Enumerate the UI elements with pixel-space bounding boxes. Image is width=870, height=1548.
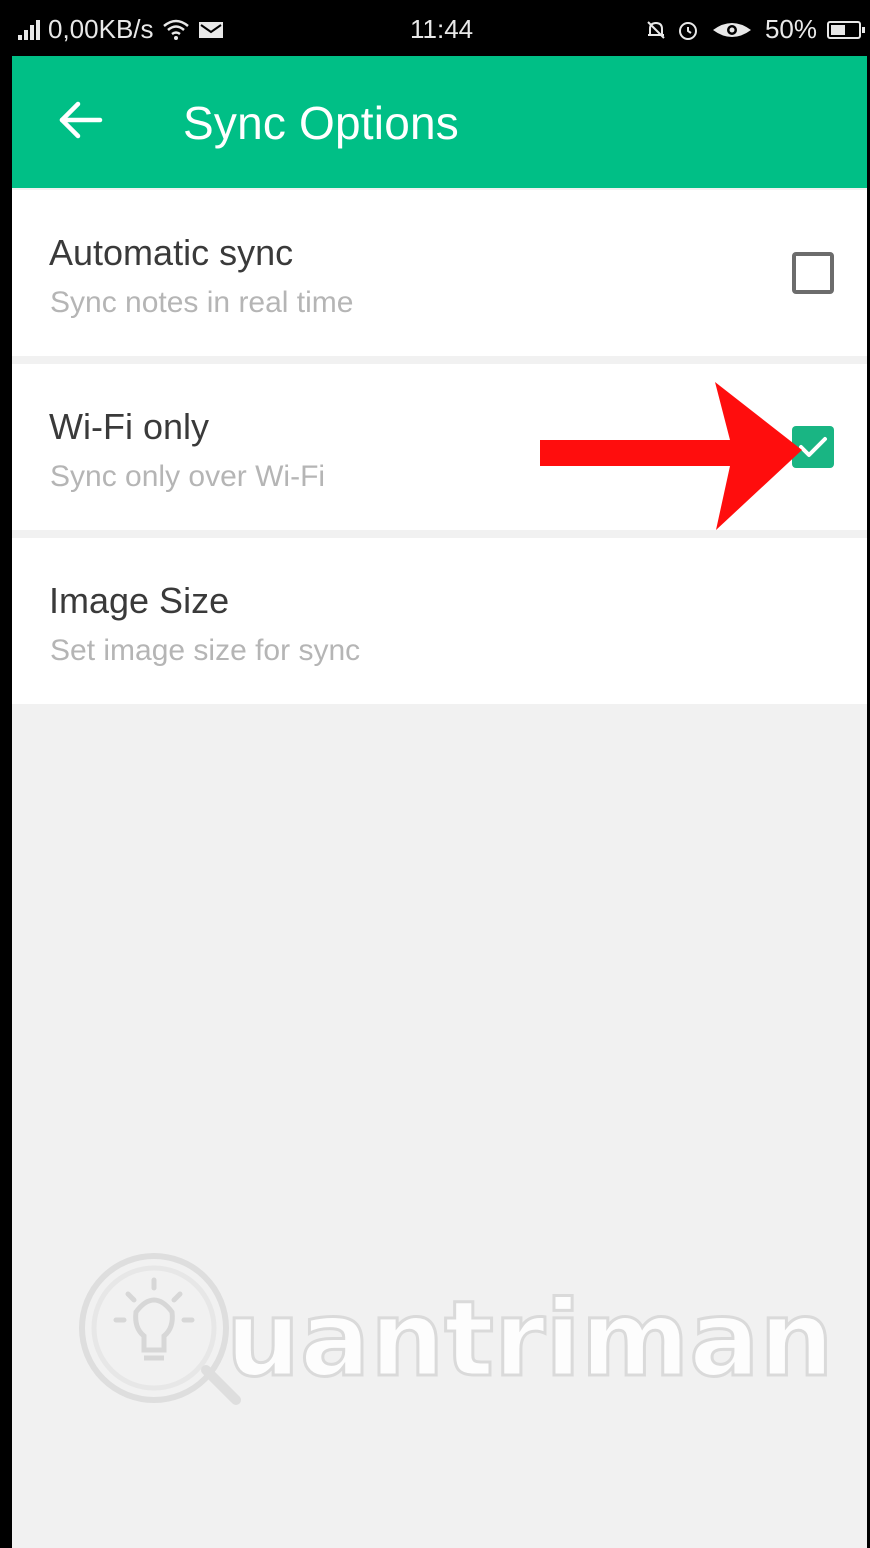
- setting-title: Image Size: [49, 580, 230, 621]
- network-speed: 0,00KB/s: [48, 14, 154, 44]
- status-bar: 0,00KB/s 11:44 50%: [12, 0, 867, 56]
- notification-icon: [647, 20, 665, 39]
- setting-subtitle: Sync only over Wi-Fi: [50, 460, 326, 493]
- back-button[interactable]: [54, 92, 110, 148]
- watermark-logo: uantrimang: [79, 1253, 836, 1405]
- alarm-icon: [678, 21, 697, 40]
- setting-title: Automatic sync: [49, 232, 294, 273]
- battery-percent: 50%: [764, 14, 817, 44]
- back-arrow-icon: [59, 101, 103, 139]
- signal-icon: [18, 19, 40, 40]
- app-toolbar: Sync Options: [12, 56, 867, 188]
- setting-automatic-sync[interactable]: Automatic sync Sync notes in real time: [12, 190, 867, 356]
- checkmark-icon: [799, 437, 827, 457]
- wifi-icon: [162, 19, 189, 40]
- status-time: 11:44: [410, 14, 474, 44]
- setting-image-size[interactable]: Image Size Set image size for sync: [12, 538, 867, 704]
- setting-subtitle: Set image size for sync: [50, 634, 361, 667]
- app-screen: 0,00KB/s 11:44 50% Sync Options Automati…: [12, 0, 867, 1548]
- settings-list: Automatic sync Sync notes in real time W…: [12, 190, 867, 712]
- setting-subtitle: Sync notes in real time: [50, 286, 354, 319]
- page-title: Sync Options: [183, 97, 459, 149]
- setting-title: Wi-Fi only: [49, 406, 209, 447]
- setting-wifi-only[interactable]: Wi-Fi only Sync only over Wi-Fi: [12, 364, 867, 530]
- eye-icon: [712, 22, 751, 37]
- svg-text:uantrimang: uantrimang: [226, 1278, 836, 1400]
- message-icon: [198, 21, 223, 38]
- wifi-only-checkbox[interactable]: [792, 426, 834, 468]
- battery-icon: [827, 20, 865, 39]
- automatic-sync-checkbox[interactable]: [792, 252, 834, 294]
